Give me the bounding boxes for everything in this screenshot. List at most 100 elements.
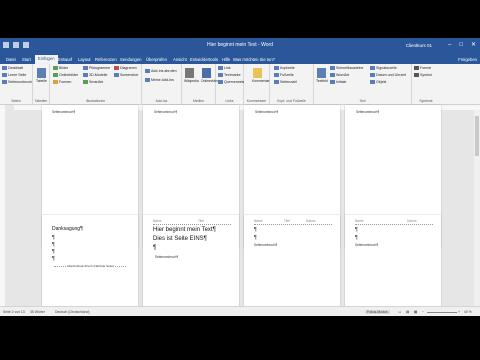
page-break-icon [2, 80, 7, 84]
user-name[interactable]: Clientkurs 01 [406, 43, 432, 48]
page-four[interactable]: Name Datum ¶ ¶ Seitenumbruch¶ [345, 215, 441, 310]
tab-einfuegen[interactable]: Einfügen [35, 55, 58, 64]
page-count[interactable]: Seite 2 von 13 [3, 310, 25, 314]
datum-uhrzeit-button[interactable]: Datum und Uhrzeit [370, 73, 406, 77]
3d-modelle-button[interactable]: 3D-Modelle [83, 73, 107, 77]
tabelle-button[interactable]: Tabelle [36, 68, 47, 83]
group-kommentare: Kommentar Kommentare [244, 64, 270, 104]
close-icon[interactable]: ✕ [471, 42, 476, 48]
video-icon [201, 68, 211, 78]
deckblatt-button[interactable]: Deckblatt [2, 66, 23, 70]
kopfzeile-button[interactable]: Kopfzeile [274, 66, 295, 70]
page-break-marker: Seitenumbruch¶ [155, 255, 179, 259]
tab-datei[interactable]: Datei [6, 57, 16, 62]
read-mode-icon[interactable]: ▭ [398, 310, 401, 314]
symbol-button[interactable]: Symbol [414, 73, 432, 77]
add-ins-abrufen-button[interactable]: Add-Ins abrufen [145, 69, 177, 73]
vertical-ruler[interactable] [0, 105, 5, 306]
piktogramme-button[interactable]: Piktogramme [83, 66, 110, 70]
title-bar: Hier beginnt mein Text - Word Clientkurs… [0, 38, 480, 55]
my-addins-icon [145, 78, 150, 82]
tab-entwicklertools[interactable]: Entwicklertools [190, 57, 218, 62]
tell-me-search[interactable]: Was möchten Sie tun? [233, 57, 275, 62]
blank-page-icon [2, 73, 7, 77]
group-addins: Add-Ins abrufen Meine Add-Ins Add-Ins [142, 64, 182, 104]
header-separator [355, 224, 433, 225]
group-links: Link Textmarke Querverweis Links [216, 64, 244, 104]
icons-icon [83, 66, 88, 70]
bilder-button[interactable]: Bilder [53, 66, 68, 70]
header-name: Name [355, 219, 364, 223]
formen-button[interactable]: Formen [53, 80, 71, 84]
header-name: Name [254, 219, 263, 223]
focus-mode-button[interactable]: Fokus-Modus [365, 310, 390, 314]
status-bar: Seite 2 von 13 35 Wörter Deutsch (Deutsc… [0, 306, 480, 316]
language-indicator[interactable]: Deutsch (Deutschland) [55, 310, 90, 314]
word-window: Hier beginnt mein Text - Word Clientkurs… [0, 38, 480, 316]
link-icon [218, 66, 223, 70]
table-icon [36, 68, 46, 78]
group-text: Textfeld Schnellbausteine WordArt Initia… [314, 64, 412, 104]
tab-ueberpruefen[interactable]: Überprüfen [146, 57, 167, 62]
wikipedia-button[interactable]: Wikipedia [184, 68, 199, 83]
scrollbar-thumb[interactable] [475, 116, 479, 156]
fusszeile-button[interactable]: Fußzeile [274, 73, 294, 77]
minimize-icon[interactable]: – [448, 42, 451, 48]
group-illustrationen: Bilder Onlinebilder Formen Piktogramme 3… [50, 64, 142, 104]
onlinebilder-button[interactable]: Onlinebilder [53, 73, 78, 77]
vertical-scrollbar[interactable] [474, 110, 480, 306]
maximize-icon[interactable]: □ [459, 42, 463, 48]
textmarke-button[interactable]: Textmarke [218, 73, 241, 77]
objekt-button[interactable]: Objekt [370, 80, 386, 84]
initiale-button[interactable]: Initiale [330, 80, 346, 84]
formel-button[interactable]: Formel [414, 66, 431, 70]
zoom-slider[interactable] [427, 312, 457, 313]
share-button[interactable]: Freigeben [458, 57, 477, 62]
page-break-marker: Seitenumbruch¶ [356, 110, 380, 114]
wordart-button[interactable]: WordArt [330, 73, 349, 77]
onlinevideos-button[interactable]: Onlinevideos [201, 68, 221, 83]
header-name: Name [153, 219, 162, 223]
seitenumbruch-button[interactable]: Seitenumbruch [2, 80, 32, 84]
word-count[interactable]: 35 Wörter [30, 310, 45, 314]
kommentar-button[interactable]: Kommentar [252, 68, 270, 83]
leere-seite-button[interactable]: Leere Seite [2, 73, 26, 77]
page-break-marker: Seitenumbruch¶ [254, 243, 278, 247]
page-three[interactable]: Name Titel Datum ¶ ¶ Seitenumbruch¶ [244, 215, 340, 310]
smartart-button[interactable]: SmartArt [83, 80, 103, 84]
schnellbausteine-button[interactable]: Schnellbausteine [330, 66, 363, 70]
pilcrow: ¶ [355, 227, 358, 233]
page-eins[interactable]: Name Titel Hier beginnt mein Text¶ Dies … [143, 215, 239, 310]
tab-start[interactable]: Start [22, 57, 31, 62]
tab-layout[interactable]: Layout [78, 57, 91, 62]
tab-sendungen[interactable]: Sendungen [120, 57, 141, 62]
seitenzahl-button[interactable]: Seitenzahl [274, 80, 297, 84]
wikipedia-icon [184, 68, 194, 78]
date-time-icon [370, 73, 375, 77]
bookmark-icon [218, 73, 223, 77]
signaturzeile-button[interactable]: Signaturzeile [370, 66, 397, 70]
equation-icon [414, 66, 419, 70]
meine-add-ins-button[interactable]: Meine Add-Ins [145, 78, 174, 82]
page-danksagung[interactable]: Danksagung¶ ¶ ¶ ¶ ¶ Abschnittsumbruch (N… [42, 215, 138, 310]
textbox-icon [316, 68, 326, 78]
ribbon: Deckblatt Leere Seite Seitenumbruch Seit… [0, 64, 480, 105]
comment-icon [252, 68, 262, 78]
tab-hilfe[interactable]: Hilfe [222, 57, 230, 62]
zoom-in-icon[interactable]: + [458, 310, 460, 314]
link-button[interactable]: Link [218, 66, 231, 70]
querverweis-button[interactable]: Querverweis [218, 80, 244, 84]
object-icon [370, 80, 375, 84]
zoom-out-icon[interactable]: − [422, 310, 424, 314]
textfeld-button[interactable]: Textfeld [316, 68, 328, 83]
tab-referenzen[interactable]: Referenzen [95, 57, 117, 62]
tab-ansicht[interactable]: Ansicht [173, 57, 187, 62]
page-break-marker: Seitenumbruch¶ [154, 110, 178, 114]
zoom-level[interactable]: 40 % [464, 310, 472, 314]
tab-entwurf[interactable]: Entwurf [58, 57, 72, 62]
print-layout-icon[interactable]: ▤ [406, 310, 409, 314]
diagramm-button[interactable]: Diagramm [114, 66, 137, 70]
web-layout-icon[interactable]: ▦ [414, 310, 417, 314]
screenshot-button[interactable]: Screenshot [114, 73, 138, 77]
online-picture-icon [53, 73, 58, 77]
